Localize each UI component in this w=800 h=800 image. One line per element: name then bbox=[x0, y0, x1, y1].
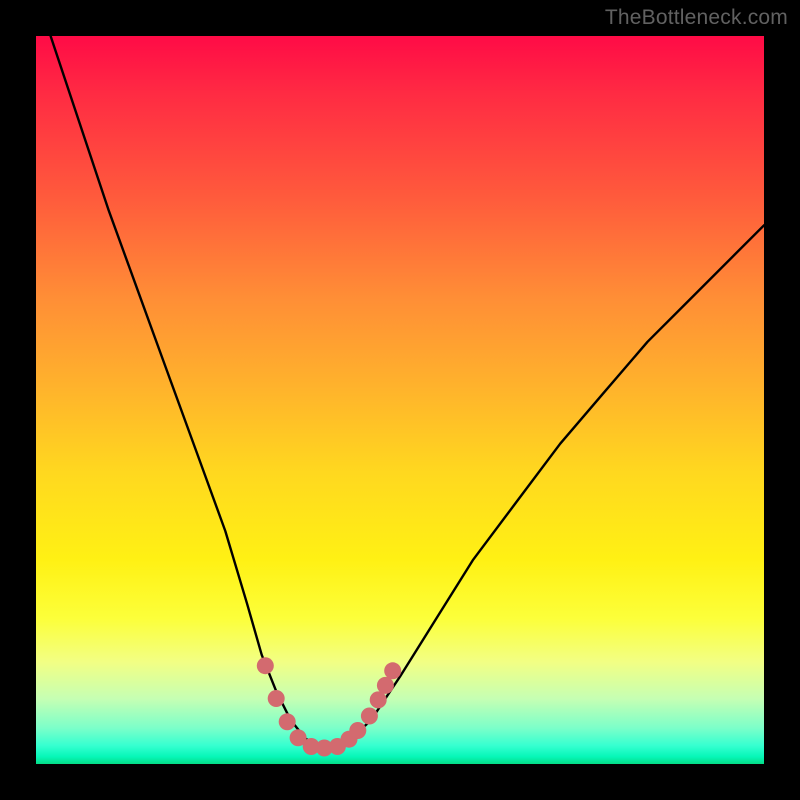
highlight-dot bbox=[377, 677, 394, 694]
highlight-dot bbox=[384, 662, 401, 679]
plot-area bbox=[36, 36, 764, 764]
bottleneck-curve bbox=[51, 36, 764, 747]
curve-layer bbox=[36, 36, 764, 764]
chart-frame: TheBottleneck.com bbox=[0, 0, 800, 800]
watermark-text: TheBottleneck.com bbox=[605, 6, 788, 30]
highlight-dot bbox=[268, 690, 285, 707]
highlight-dot bbox=[279, 713, 296, 730]
highlight-dot bbox=[370, 691, 387, 708]
highlight-dot bbox=[257, 657, 274, 674]
highlight-dot bbox=[349, 722, 366, 739]
highlight-dot bbox=[361, 708, 378, 725]
